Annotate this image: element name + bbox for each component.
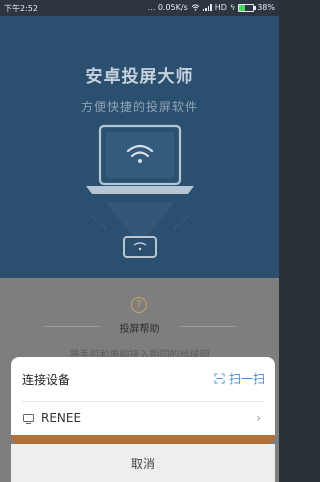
battery-icon [238, 3, 257, 12]
wifi-icon [191, 4, 200, 11]
divider [22, 401, 264, 402]
app-subtitle: 方便快捷的投屏软件 [80, 100, 198, 114]
app-title: 安卓投屏大师 [85, 67, 194, 87]
signal-icon [202, 4, 212, 11]
phone-icon [123, 236, 157, 258]
charging-icon: ϟ [229, 3, 236, 12]
status-time: 下午2:52 [4, 4, 38, 13]
scan-label: 扫一扫 [228, 372, 265, 386]
question-icon[interactable]: ? [131, 297, 147, 313]
cancel-button[interactable]: 取消 [11, 444, 275, 482]
battery-fill [239, 4, 245, 11]
hero-banner: 安卓投屏大师 方便快捷的投屏软件 [0, 16, 279, 278]
network-speed: ... 0.05K/s [147, 3, 188, 12]
app-screen: 下午2:52 ... 0.05K/s HD ϟ 38% 安卓投屏大师 方便快捷的… [0, 0, 279, 482]
battery-percent: 38% [257, 3, 275, 12]
cast-illustration [86, 124, 194, 258]
device-sheet: 连接设备 扫一扫 RENEE › [11, 357, 275, 435]
status-indicators: ... 0.05K/s HD ϟ 38% [148, 3, 275, 12]
device-name: RENEE [41, 411, 82, 425]
status-bar: 下午2:52 ... 0.05K/s HD ϟ 38% [0, 0, 279, 16]
tv-icon [23, 414, 34, 424]
help-label[interactable]: 投屏帮助 [0, 320, 279, 335]
sheet-title: 连接设备 [22, 373, 71, 387]
chevron-right-icon: › [256, 411, 261, 425]
scan-button[interactable]: 扫一扫 [214, 370, 265, 387]
network-type: HD [214, 3, 227, 12]
scan-icon [214, 373, 225, 384]
connect-button-peek [11, 435, 275, 444]
device-item[interactable]: RENEE › [11, 403, 275, 435]
